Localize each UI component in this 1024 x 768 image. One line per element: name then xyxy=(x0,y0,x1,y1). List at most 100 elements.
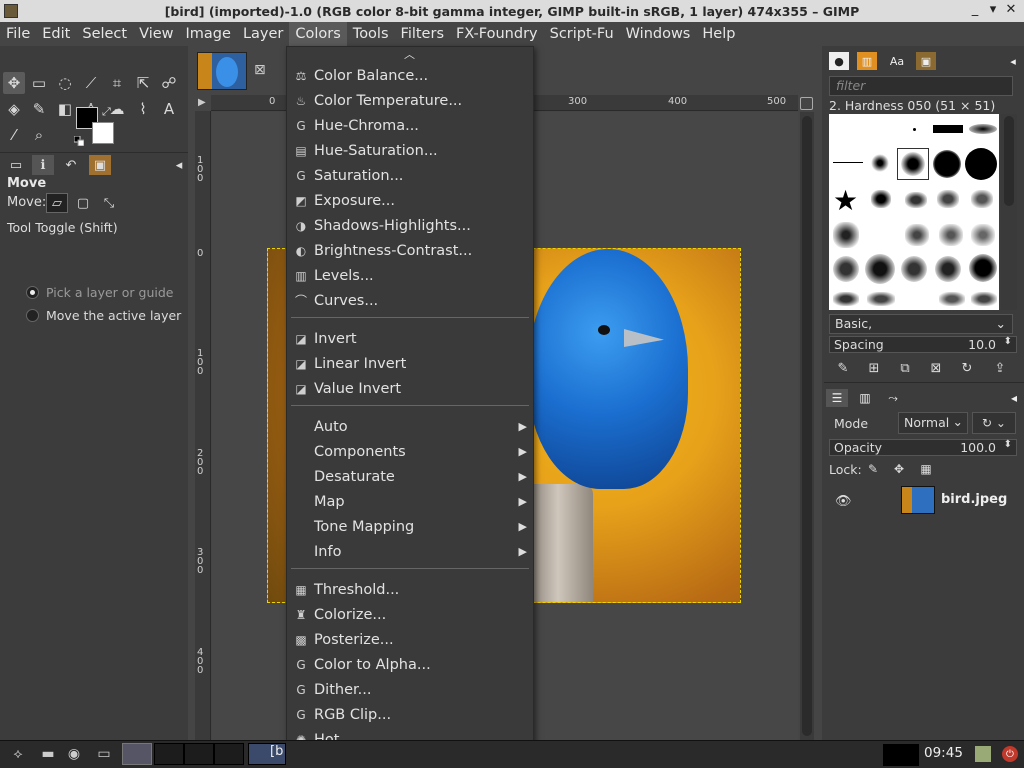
rect-select-tool-icon[interactable]: ▭ xyxy=(28,72,50,94)
new-brush-icon[interactable]: ⊞ xyxy=(864,359,884,377)
pick-layer-radio[interactable] xyxy=(26,286,39,299)
patterns-tab-icon[interactable]: ▥ xyxy=(857,52,877,70)
paintbrush-tool-icon[interactable]: ✎ xyxy=(28,98,50,120)
close-image-tab-icon[interactable]: ⊠ xyxy=(254,62,266,78)
taskbar-window[interactable] xyxy=(214,743,244,765)
lasso-tool-icon[interactable]: ◌ xyxy=(54,72,76,94)
menu-edit[interactable]: Edit xyxy=(36,22,76,46)
browser-icon[interactable]: ◉ xyxy=(64,744,84,764)
device-status-tab-icon[interactable]: ℹ xyxy=(32,155,54,175)
lock-alpha-icon[interactable]: ▦ xyxy=(917,461,935,477)
menu-item-info[interactable]: Info ▶ xyxy=(287,539,533,564)
spinner-icon[interactable]: ⬍ xyxy=(1004,336,1012,347)
edit-brush-icon[interactable]: ✎ xyxy=(833,359,853,377)
mode-switch-button[interactable]: ↻ ⌄ xyxy=(972,412,1016,434)
menu-view[interactable]: View xyxy=(133,22,179,46)
navigate-icon[interactable] xyxy=(800,97,813,110)
menu-tools[interactable]: Tools xyxy=(347,22,395,46)
menu-layer[interactable]: Layer xyxy=(237,22,289,46)
opacity-slider[interactable]: Opacity 100.0 ⬍ xyxy=(829,439,1017,456)
menu-colors[interactable]: Colors xyxy=(289,22,347,46)
undo-history-tab-icon[interactable]: ↶ xyxy=(60,155,82,175)
menu-item-saturation[interactable]: G Saturation... xyxy=(287,163,533,188)
brush-set-select[interactable]: Basic, ⌄ xyxy=(829,314,1013,334)
menu-item-auto[interactable]: Auto ▶ xyxy=(287,414,533,439)
visibility-eye-icon[interactable]: 👁 xyxy=(835,494,852,509)
layer-mode-select[interactable]: Normal ⌄ xyxy=(898,412,968,434)
layers-tab-icon[interactable]: ☰ xyxy=(826,389,848,407)
transform-tool-icon[interactable]: ⇱ xyxy=(132,72,154,94)
menu-script-fu[interactable]: Script-Fu xyxy=(544,22,620,46)
close-window-button[interactable]: ✕ xyxy=(1004,3,1018,17)
menu-item-map[interactable]: Map ▶ xyxy=(287,489,533,514)
lock-pixels-icon[interactable]: ✎ xyxy=(864,461,882,477)
menu-item-exposure[interactable]: ◩ Exposure... xyxy=(287,188,533,213)
menu-select[interactable]: Select xyxy=(76,22,133,46)
menu-item-threshold[interactable]: ▦ Threshold... xyxy=(287,577,533,602)
move-path-mode-icon[interactable]: ⤡ xyxy=(98,193,120,213)
fonts-tab-icon[interactable]: Aa xyxy=(887,52,907,70)
menu-item-components[interactable]: Components ▶ xyxy=(287,439,533,464)
menu-item-color-balance[interactable]: ⚖ Color Balance... xyxy=(287,63,533,88)
menu-item-curves[interactable]: ⌒ Curves... xyxy=(287,288,533,313)
brush-grid-scrollbar[interactable] xyxy=(1001,114,1017,310)
crop-tool-icon[interactable]: ⌗ xyxy=(106,72,128,94)
menu-item-rgb-clip[interactable]: G RGB Clip... xyxy=(287,702,533,727)
delete-brush-icon[interactable]: ⊠ xyxy=(926,359,946,377)
taskbar-window-gimp-icon[interactable] xyxy=(122,743,152,765)
move-tool-icon[interactable]: ✥ xyxy=(3,72,25,94)
menu-fx-foundry[interactable]: FX-Foundry xyxy=(450,22,544,46)
scrollbar-thumb[interactable] xyxy=(802,116,812,736)
brush-grid[interactable]: ★ xyxy=(829,114,999,310)
paths-tool-icon[interactable]: ⌇ xyxy=(132,98,154,120)
bucket-fill-tool-icon[interactable]: ◈ xyxy=(3,98,25,120)
menu-image[interactable]: Image xyxy=(180,22,237,46)
reset-colors-icon[interactable] xyxy=(73,131,85,147)
swap-colors-icon[interactable]: ⤢ xyxy=(102,105,111,119)
menu-item-dither[interactable]: G Dither... xyxy=(287,677,533,702)
panel-menu-icon[interactable]: ◂ xyxy=(168,155,190,175)
paths-tab-icon[interactable]: ⤳ xyxy=(882,389,904,407)
dock-divider[interactable] xyxy=(824,382,1024,383)
image-tab-thumbnail[interactable] xyxy=(197,52,247,90)
taskbar-window[interactable] xyxy=(184,743,214,765)
lock-position-icon[interactable]: ✥ xyxy=(890,461,908,477)
tool-options-tab-icon[interactable]: ▭ xyxy=(5,155,27,175)
eraser-tool-icon[interactable]: ◧ xyxy=(54,98,76,120)
move-active-layer-radio[interactable] xyxy=(26,309,39,322)
zoom-tool-icon[interactable]: ⌕ xyxy=(28,124,50,146)
maximize-button[interactable]: ▾ xyxy=(986,3,1000,17)
refresh-brushes-icon[interactable]: ↻ xyxy=(957,359,977,377)
text-tool-icon[interactable]: A xyxy=(158,98,180,120)
menu-item-color-to-alpha[interactable]: G Color to Alpha... xyxy=(287,652,533,677)
layers-dock-menu-icon[interactable]: ◂ xyxy=(1003,389,1024,407)
menu-item-linear-invert[interactable]: ◪ Linear Invert xyxy=(287,351,533,376)
spacing-slider[interactable]: Spacing 10.0 ⬍ xyxy=(829,336,1017,353)
brush-filter-input[interactable]: filter xyxy=(829,76,1013,96)
menu-item-posterize[interactable]: ▩ Posterize... xyxy=(287,627,533,652)
menu-item-brightness-contrast[interactable]: ◐ Brightness-Contrast... xyxy=(287,238,533,263)
menu-item-tone-mapping[interactable]: Tone Mapping ▶ xyxy=(287,514,533,539)
warp-tool-icon[interactable]: ☍ xyxy=(158,72,180,94)
menu-item-invert[interactable]: ◪ Invert xyxy=(287,326,533,351)
power-icon[interactable]: ⏻ xyxy=(1002,746,1018,762)
menu-file[interactable]: File xyxy=(0,22,36,46)
images-dock-tab-icon[interactable]: ▣ xyxy=(916,52,936,70)
menu-windows[interactable]: Windows xyxy=(620,22,697,46)
layer-name[interactable]: bird.jpeg xyxy=(941,492,1007,507)
taskbar-window[interactable] xyxy=(154,743,184,765)
menu-item-value-invert[interactable]: ◪ Value Invert xyxy=(287,376,533,401)
user-icon[interactable] xyxy=(975,746,991,762)
menu-item-shadows-highlights[interactable]: ◑ Shadows-Highlights... xyxy=(287,213,533,238)
brushes-tab-icon[interactable]: ● xyxy=(829,52,849,70)
open-brush-icon[interactable]: ⇪ xyxy=(990,359,1010,377)
channels-tab-icon[interactable]: ▥ xyxy=(854,389,876,407)
start-menu-icon[interactable]: ⟡ xyxy=(8,744,28,764)
menu-item-color-temperature[interactable]: ♨ Color Temperature... xyxy=(287,88,533,113)
background-color-swatch[interactable] xyxy=(92,122,114,144)
minimize-button[interactable]: _ xyxy=(968,3,982,17)
dock-menu-icon[interactable]: ◂ xyxy=(1003,52,1023,70)
fuzzy-select-tool-icon[interactable]: ⟋ xyxy=(80,72,102,94)
menu-item-hue-saturation[interactable]: ▤ Hue-Saturation... xyxy=(287,138,533,163)
color-picker-tool-icon[interactable]: ⁄ xyxy=(3,124,25,146)
